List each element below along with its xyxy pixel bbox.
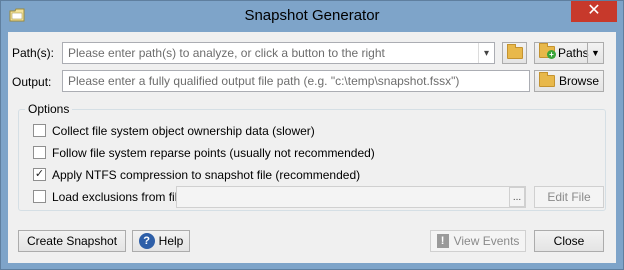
browse-button[interactable]: Browse xyxy=(534,70,604,92)
edit-file-button[interactable]: Edit File xyxy=(534,186,604,208)
paths-button-label: Paths xyxy=(558,46,589,60)
ellipsis-label: ... xyxy=(512,191,522,203)
checkmark-icon: ✓ xyxy=(34,168,45,180)
paths-history-dropdown[interactable]: ▾ xyxy=(478,43,494,63)
snapshot-generator-window: Snapshot Generator ✕ Path(s): Please ent… xyxy=(0,0,624,270)
edit-file-label: Edit File xyxy=(547,190,591,204)
checkbox-load-exclusions[interactable] xyxy=(33,190,46,203)
checkbox-follow-reparse[interactable] xyxy=(33,146,46,159)
close-button[interactable]: Close xyxy=(534,230,604,252)
help-label: Help xyxy=(158,234,184,248)
options-legend: Options xyxy=(25,102,73,116)
output-placeholder: Please enter a fully qualified output fi… xyxy=(68,74,460,88)
window-title: Snapshot Generator xyxy=(244,7,380,24)
paths-split-dropdown[interactable]: ▼ xyxy=(587,43,603,63)
question-icon: ? xyxy=(138,233,155,249)
folder-icon xyxy=(506,44,523,59)
dialog-client-area: Path(s): Please enter path(s) to analyze… xyxy=(8,32,616,263)
paths-placeholder: Please enter path(s) to analyze, or clic… xyxy=(68,46,385,60)
output-label: Output: xyxy=(12,75,52,89)
help-button[interactable]: ? Help xyxy=(132,230,190,252)
create-snapshot-label: Create Snapshot xyxy=(26,234,118,248)
browse-folder-button[interactable] xyxy=(502,42,527,64)
load-exclusions-label[interactable]: Load exclusions from file: xyxy=(52,190,187,204)
paths-input[interactable]: Please enter path(s) to analyze, or clic… xyxy=(62,42,495,64)
exclusions-file-input[interactable] xyxy=(176,186,526,208)
view-events-button[interactable]: ! View Events xyxy=(430,230,526,252)
exclamation-icon: ! xyxy=(436,234,449,248)
close-window-button[interactable]: ✕ xyxy=(571,1,617,22)
view-events-label: View Events xyxy=(453,234,520,248)
paths-label: Path(s): xyxy=(12,46,55,60)
browse-label: Browse xyxy=(558,74,599,88)
collect-ownership-label[interactable]: Collect file system object ownership dat… xyxy=(52,124,315,138)
folder-add-icon: + xyxy=(539,42,556,61)
follow-reparse-label[interactable]: Follow file system reparse points (usual… xyxy=(52,146,375,160)
ntfs-compression-label[interactable]: Apply NTFS compression to snapshot file … xyxy=(52,168,360,182)
exclusions-browse-button[interactable]: ... xyxy=(509,187,525,207)
paths-menu-button[interactable]: + Paths ▼ xyxy=(534,42,604,64)
folder-icon xyxy=(538,72,555,87)
close-icon: ✕ xyxy=(587,2,601,19)
triangle-down-icon: ▼ xyxy=(591,48,600,58)
checkbox-ntfs-compression[interactable]: ✓ xyxy=(33,168,46,181)
chevron-down-icon: ▾ xyxy=(483,47,490,59)
title-bar[interactable]: Snapshot Generator ✕ xyxy=(1,1,623,32)
close-label: Close xyxy=(553,234,585,248)
output-path-input[interactable]: Please enter a fully qualified output fi… xyxy=(62,70,530,92)
checkbox-collect-ownership[interactable] xyxy=(33,124,46,137)
create-snapshot-button[interactable]: Create Snapshot xyxy=(18,230,126,252)
